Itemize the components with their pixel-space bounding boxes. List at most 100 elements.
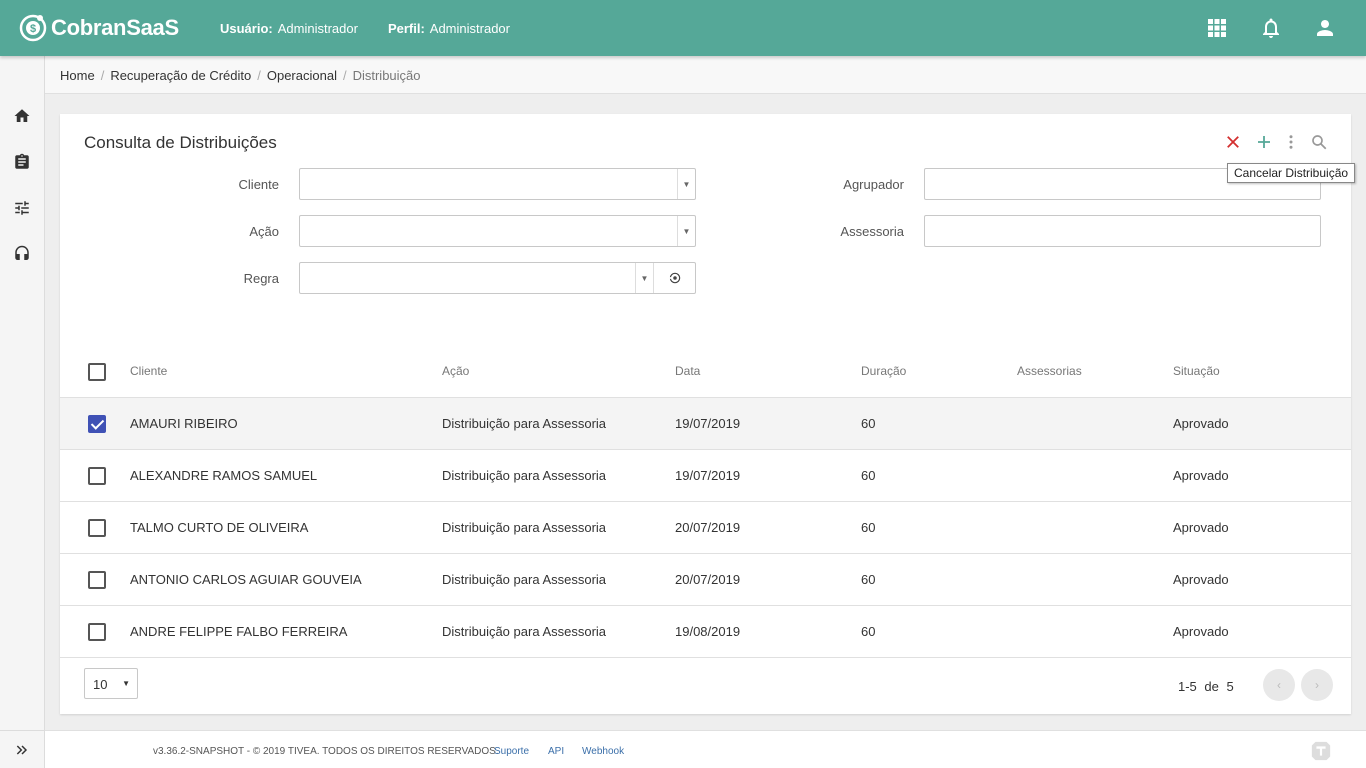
cell-data: 20/07/2019 <box>675 572 741 587</box>
logo-icon: $ <box>19 14 47 42</box>
chevron-left-icon: ‹ <box>1277 678 1281 692</box>
headset-icon <box>15 245 29 260</box>
sidebar-item-settings[interactable] <box>0 188 44 228</box>
table-row[interactable]: ALEXANDRE RAMOS SAMUEL Distribuição para… <box>60 450 1351 502</box>
chevron-down-icon[interactable]: ▼ <box>677 169 695 199</box>
regra-select[interactable]: ▼ <box>299 262 696 294</box>
tooltip: Cancelar Distribuição <box>1227 163 1356 183</box>
sidebar-item-support[interactable] <box>0 234 44 274</box>
account-icon[interactable] <box>1313 16 1337 40</box>
row-checkbox[interactable] <box>88 623 106 641</box>
cell-cliente: ANDRE FELIPPE FALBO FERREIRA <box>130 624 348 639</box>
assessoria-input[interactable] <box>924 215 1321 247</box>
search-button[interactable] <box>1309 132 1329 152</box>
acao-label: Ação <box>249 224 279 239</box>
breadcrumb-separator: / <box>100 68 105 83</box>
footer: v3.36.2-SNAPSHOT - © 2019 TIVEA. TODOS O… <box>45 730 1366 768</box>
more-vert-icon <box>1289 135 1293 149</box>
top-bar: $ CobranSaaS Usuário: Administrador Perfi… <box>0 0 1366 56</box>
apps-grid-icon[interactable] <box>1205 16 1229 40</box>
user-info: Usuário: Administrador Perfil: Administrad… <box>220 21 510 36</box>
select-all-checkbox[interactable] <box>88 363 106 381</box>
cell-cliente: TALMO CURTO DE OLIVEIRA <box>130 520 309 535</box>
column-header-situacao[interactable]: Situação <box>1173 364 1220 378</box>
user-info-profile: Perfil: Administrador <box>387 21 510 36</box>
previous-page-button[interactable]: ‹ <box>1263 669 1295 701</box>
close-icon <box>1227 136 1239 148</box>
add-button[interactable] <box>1254 132 1274 152</box>
table-row[interactable]: TALMO CURTO DE OLIVEIRA Distribuição par… <box>60 502 1351 554</box>
sidebar-expand-button[interactable] <box>0 730 44 768</box>
row-checkbox[interactable] <box>88 415 106 433</box>
cell-acao: Distribuição para Assessoria <box>442 572 607 587</box>
page-title: Consulta de Distribuições <box>84 133 277 152</box>
chevron-down-icon[interactable]: ▼ <box>677 216 695 246</box>
cell-data: 19/08/2019 <box>675 624 741 639</box>
cell-situacao: Aprovado <box>1173 572 1229 587</box>
cell-cliente: ANTONIO CARLOS AGUIAR GOUVEIA <box>130 572 362 587</box>
logo[interactable]: $ CobranSaaS <box>18 11 179 45</box>
cell-duracao: 60 <box>861 416 876 431</box>
add-icon <box>1258 136 1270 148</box>
more-options-button[interactable] <box>1281 132 1301 152</box>
cell-duracao: 60 <box>861 468 876 483</box>
agrupador-label: Agrupador <box>843 177 904 192</box>
chevron-down-icon: ▼ <box>122 679 130 688</box>
cell-duracao: 60 <box>861 624 876 639</box>
cliente-select[interactable]: ▼ <box>299 168 696 200</box>
row-checkbox[interactable] <box>88 467 106 485</box>
sidebar-item-clipboard[interactable] <box>0 142 44 182</box>
page-info: 1-5 de 5 <box>1178 679 1234 694</box>
version-text: v3.36.2-SNAPSHOT - © 2019 TIVEA. TODOS O… <box>153 746 499 757</box>
target-icon <box>668 272 680 284</box>
cell-data: 19/07/2019 <box>675 468 741 483</box>
cell-data: 19/07/2019 <box>675 416 741 431</box>
table-header: Cliente Ação Data Duração Assessorias Si… <box>60 346 1351 398</box>
assessoria-label: Assessoria <box>840 224 904 239</box>
webhook-link[interactable]: Webhook <box>582 746 624 757</box>
chevron-down-icon[interactable]: ▼ <box>635 263 653 293</box>
cell-situacao: Aprovado <box>1173 624 1229 639</box>
sidebar <box>0 56 45 768</box>
column-header-cliente[interactable]: Cliente <box>130 364 167 378</box>
breadcrumb-operacional[interactable]: Operacional <box>267 68 337 83</box>
breadcrumb-recuperacao[interactable]: Recuperação de Crédito <box>110 68 251 83</box>
next-page-button[interactable]: › <box>1301 669 1333 701</box>
column-header-assessorias[interactable]: Assessorias <box>1017 364 1082 378</box>
breadcrumb-home[interactable]: Home <box>60 68 95 83</box>
clipboard-icon <box>15 153 29 169</box>
double-chevron-right-icon <box>16 744 28 755</box>
row-checkbox[interactable] <box>88 571 106 589</box>
cell-acao: Distribuição para Assessoria <box>442 468 607 483</box>
chevron-right-icon: › <box>1315 678 1319 692</box>
page-range: 1-5 <box>1178 679 1197 694</box>
cancel-distribution-button[interactable] <box>1223 132 1243 152</box>
cell-situacao: Aprovado <box>1173 416 1229 431</box>
column-header-data[interactable]: Data <box>675 364 700 378</box>
bell-icon[interactable] <box>1259 16 1283 40</box>
cell-duracao: 60 <box>861 520 876 535</box>
regra-label: Regra <box>243 271 279 286</box>
home-icon <box>14 109 30 122</box>
table-row[interactable]: ANTONIO CARLOS AGUIAR GOUVEIA Distribuiç… <box>60 554 1351 606</box>
acao-select[interactable]: ▼ <box>299 215 696 247</box>
table-row[interactable]: ANDRE FELIPPE FALBO FERREIRA Distribuiçã… <box>60 606 1351 658</box>
support-link[interactable]: Suporte <box>494 746 529 757</box>
cell-data: 20/07/2019 <box>675 520 741 535</box>
row-checkbox[interactable] <box>88 519 106 537</box>
column-header-acao[interactable]: Ação <box>442 364 469 378</box>
page-size-value: 10 <box>93 677 108 692</box>
user-info-user: Usuário: Administrador <box>220 21 358 36</box>
api-link[interactable]: API <box>548 746 564 757</box>
breadcrumb-separator: / <box>257 68 261 83</box>
table-row[interactable]: AMAURI RIBEIRO Distribuição para Assesso… <box>60 398 1351 450</box>
column-header-duracao[interactable]: Duração <box>861 364 906 378</box>
breadcrumb-separator: / <box>342 68 347 83</box>
cliente-label: Cliente <box>238 177 279 192</box>
breadcrumb: Home / Recuperação de Crédito / Operacional /… <box>45 56 1366 94</box>
page-size-select[interactable]: 10 ▼ <box>84 668 138 699</box>
cell-acao: Distribuição para Assessoria <box>442 624 607 639</box>
cell-acao: Distribuição para Assessoria <box>442 520 607 535</box>
rule-action-button[interactable] <box>653 263 695 293</box>
sidebar-item-home[interactable] <box>0 96 44 136</box>
